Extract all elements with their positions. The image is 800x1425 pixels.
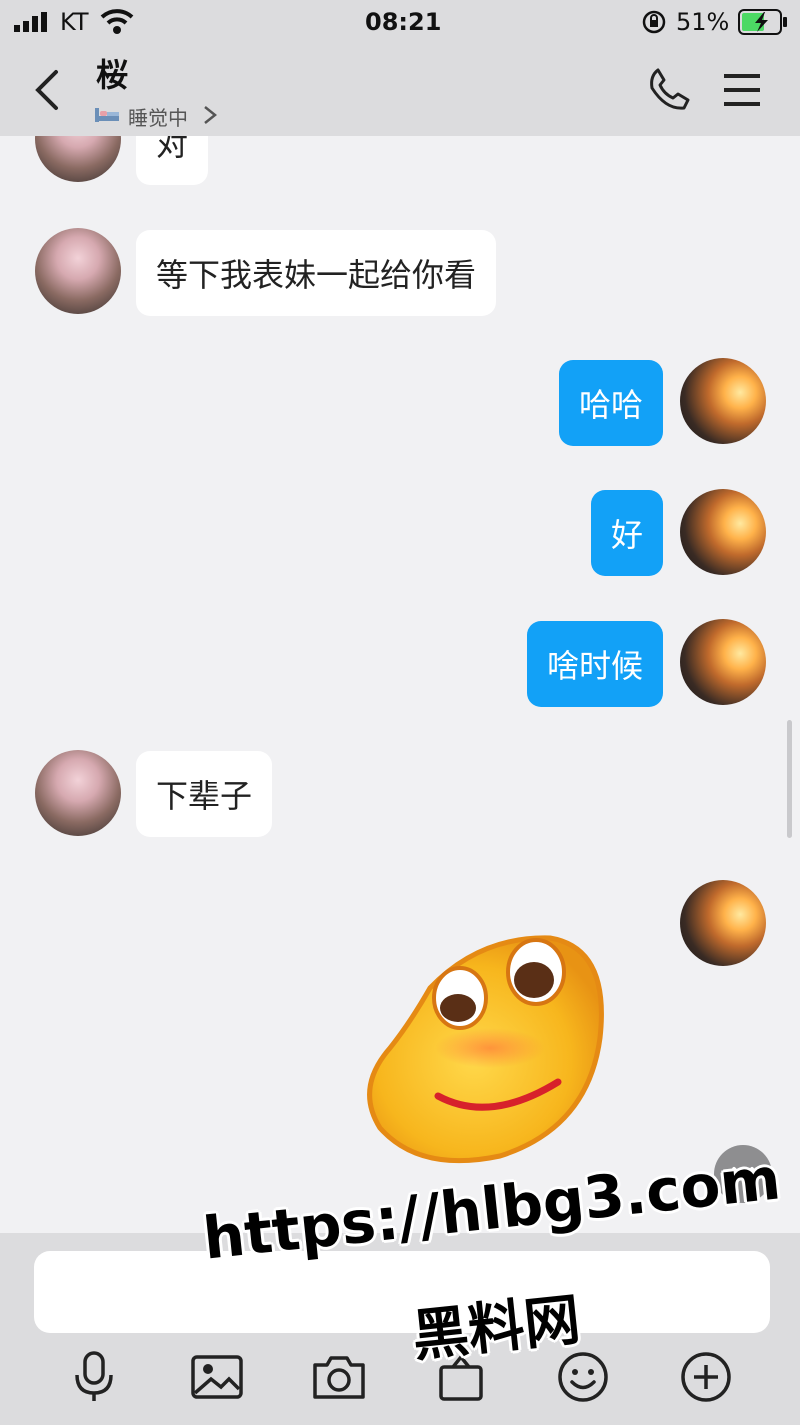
message-text: 哈哈: [578, 386, 643, 424]
menu-icon[interactable]: [722, 72, 762, 108]
self-avatar[interactable]: [680, 880, 766, 966]
chevron-right-icon[interactable]: [202, 104, 218, 126]
message-text: 好: [610, 516, 643, 554]
message-bubble[interactable]: 哈哈: [558, 360, 663, 446]
self-avatar[interactable]: [680, 358, 766, 444]
status-bar: KT 08:21 51%: [0, 0, 800, 44]
battery-percent: 51%: [676, 8, 730, 36]
wifi-icon: [100, 9, 134, 34]
message-bubble[interactable]: 下辈子: [136, 751, 273, 837]
phone-icon[interactable]: [646, 66, 692, 112]
orientation-lock-icon: [642, 10, 666, 34]
contact-status[interactable]: 睡觉中: [128, 102, 188, 131]
battery-icon: [738, 9, 787, 35]
friend-avatar[interactable]: [35, 228, 121, 314]
smiling-blob-sticker[interactable]: [360, 928, 620, 1168]
scrollbar[interactable]: [787, 720, 792, 838]
emoji-icon[interactable]: [555, 1349, 611, 1405]
self-avatar[interactable]: [680, 619, 766, 705]
signal-icon: [14, 12, 47, 32]
camera-icon[interactable]: [311, 1349, 367, 1405]
message-bubble[interactable]: 好: [590, 490, 663, 576]
message-text: 下辈子: [156, 777, 253, 815]
message-input[interactable]: [34, 1251, 770, 1333]
friend-avatar[interactable]: [35, 136, 121, 182]
bed-icon: [95, 108, 119, 122]
message-text: 对: [156, 136, 189, 163]
message-text: 等下我表妹一起给你看: [156, 256, 477, 294]
image-icon[interactable]: [189, 1349, 245, 1405]
message-bubble[interactable]: 对: [136, 136, 209, 185]
clock: 08:21: [365, 8, 442, 36]
friend-avatar[interactable]: [35, 750, 121, 836]
message-bubble[interactable]: 啥时候: [526, 621, 663, 707]
carrier-label: KT: [60, 8, 89, 36]
chat-header: 桜 睡觉中: [0, 44, 800, 136]
back-arrow-icon[interactable]: [30, 68, 62, 112]
plus-icon[interactable]: [678, 1349, 734, 1405]
message-text: 啥时候: [546, 647, 643, 685]
contact-name[interactable]: 桜: [96, 50, 128, 96]
mic-icon[interactable]: [66, 1349, 122, 1405]
message-list[interactable]: 对 等下我表妹一起给你看 哈哈 好 啥时候 下辈子: [0, 136, 800, 1233]
message-bubble[interactable]: 等下我表妹一起给你看: [136, 230, 497, 316]
self-avatar[interactable]: [680, 489, 766, 575]
